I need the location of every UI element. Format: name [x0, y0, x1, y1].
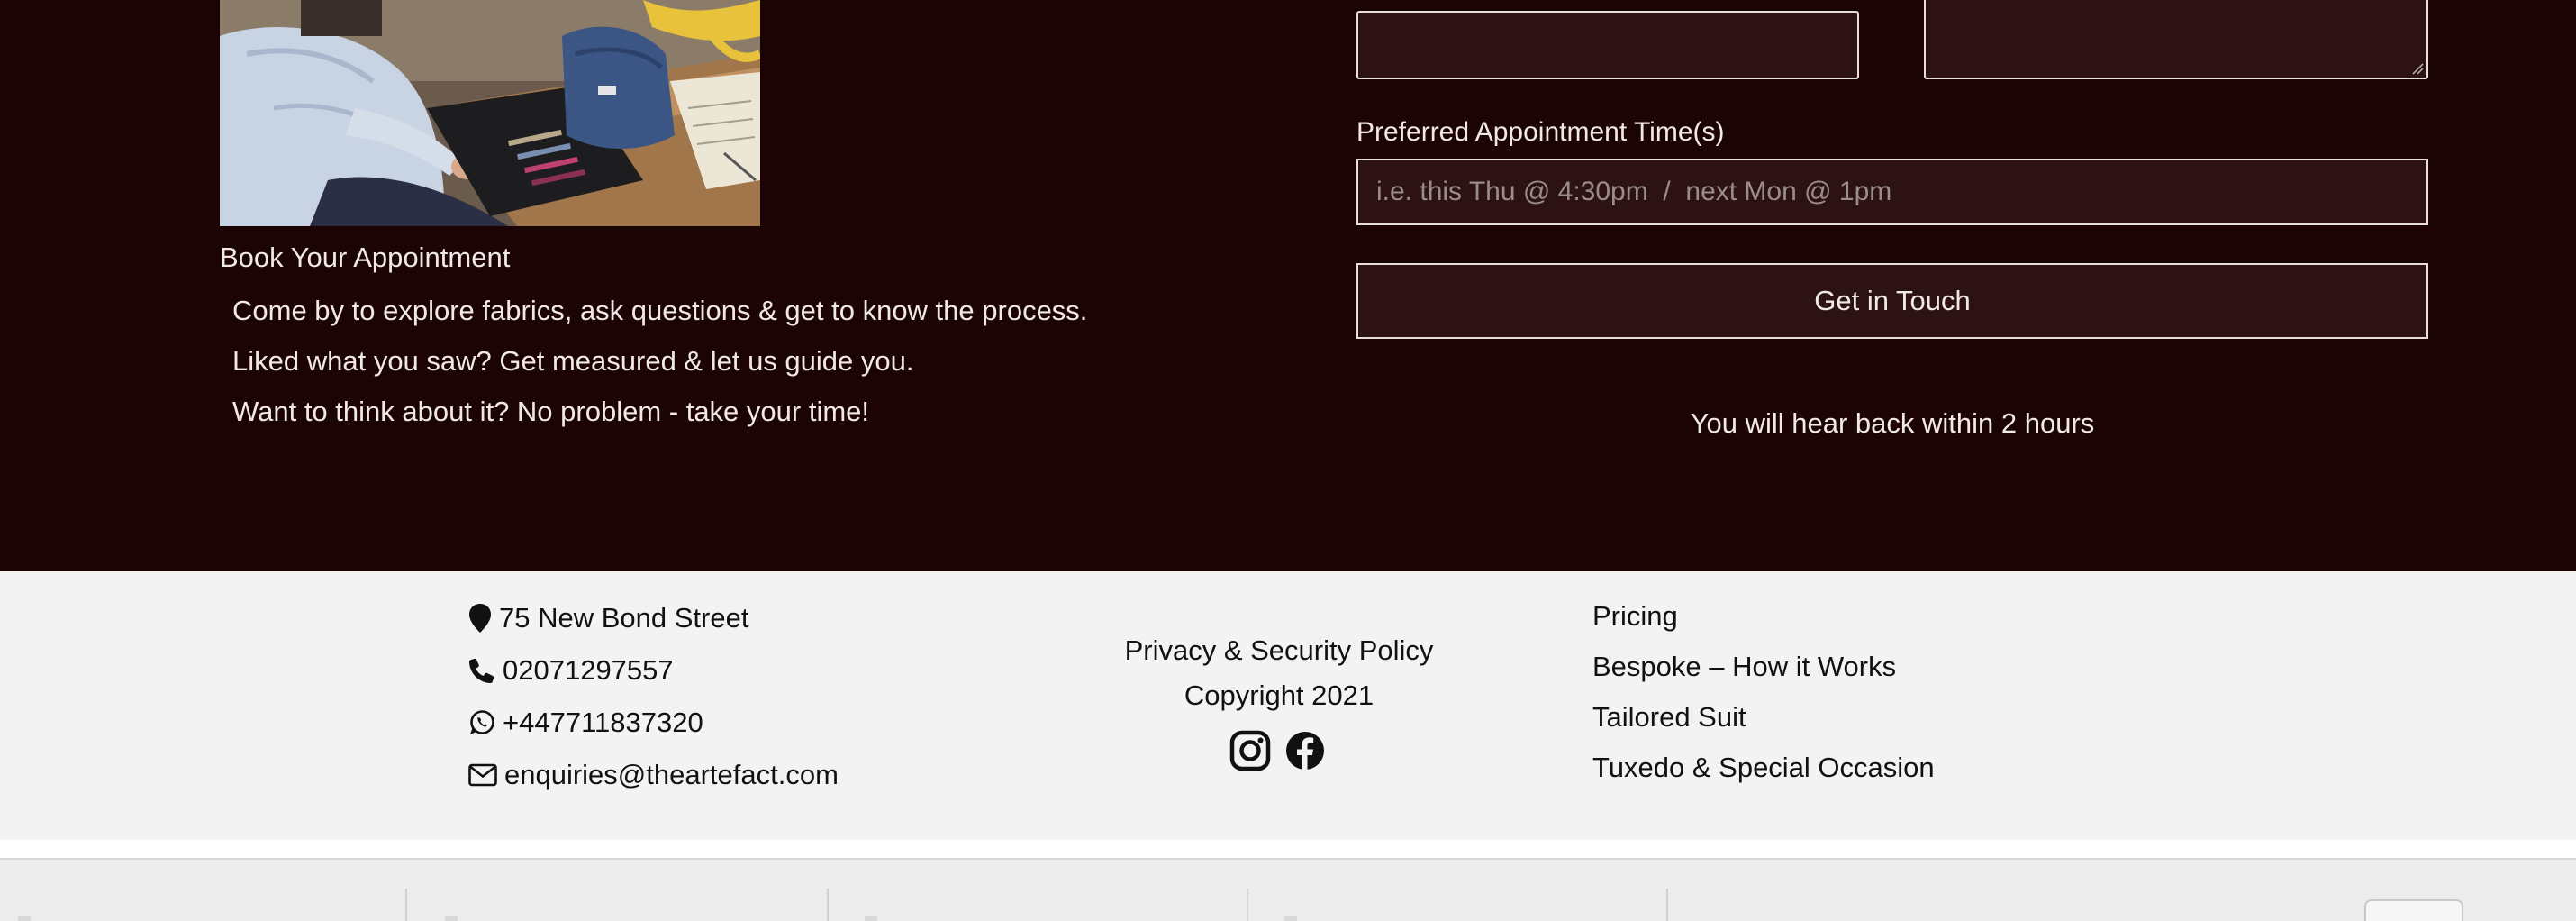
get-in-touch-button[interactable]: Get in Touch: [1356, 263, 2428, 339]
address-text: 75 New Bond Street: [499, 602, 749, 634]
privacy-policy-link[interactable]: Privacy & Security Policy: [1081, 633, 1477, 669]
downloads-bar: [0, 858, 2576, 921]
tailor-fabric-photo: [220, 0, 760, 226]
envelope-icon: [468, 763, 497, 787]
email-text: enquiries@theartefact.com: [504, 759, 839, 790]
bar-divider: [1247, 889, 1248, 921]
file-icon: [865, 916, 877, 921]
map-pin-icon: [469, 604, 491, 633]
page: Book Your Appointment Come by to explore…: [0, 0, 2576, 921]
footer-link-pricing[interactable]: Pricing: [1592, 598, 1678, 634]
appointment-line-explore: Come by to explore fabrics, ask question…: [232, 295, 1088, 326]
resize-grip-icon[interactable]: [2411, 62, 2424, 75]
bar-divider: [405, 889, 407, 921]
copyright-text: Copyright 2021: [1184, 679, 1374, 711]
facebook-icon[interactable]: [1284, 730, 1326, 771]
appointment-line-measured: Liked what you saw? Get measured & let u…: [232, 345, 914, 377]
instagram-icon[interactable]: [1229, 730, 1271, 771]
form-textarea[interactable]: [1924, 0, 2428, 79]
footer-email[interactable]: enquiries@theartefact.com: [468, 757, 839, 793]
form-text-field[interactable]: [1356, 11, 1859, 79]
page-bottom-gap: [0, 840, 2576, 858]
footer-link-tailored-suit[interactable]: Tailored Suit: [1592, 699, 1746, 735]
preferred-time-input[interactable]: [1356, 159, 2428, 225]
whatsapp-icon: [470, 710, 494, 734]
bar-divider: [827, 889, 829, 921]
whatsapp-text: +447711837320: [503, 707, 703, 738]
site-footer: 75 New Bond Street 02071297557 +44771183…: [0, 571, 2576, 840]
footer-whatsapp[interactable]: +447711837320: [468, 705, 703, 741]
downloads-bar-button[interactable]: [2364, 899, 2463, 921]
file-icon: [18, 916, 31, 921]
file-icon: [1284, 916, 1297, 921]
reply-time-note: You will hear back within 2 hours: [1690, 407, 2095, 439]
footer-address: 75 New Bond Street: [468, 600, 748, 636]
preferred-time-label: Preferred Appointment Time(s): [1356, 117, 1725, 147]
phone-text: 02071297557: [503, 654, 674, 686]
footer-link-tuxedo[interactable]: Tuxedo & Special Occasion: [1592, 750, 1935, 786]
appointment-title: Book Your Appointment: [220, 242, 511, 273]
file-icon: [445, 916, 458, 921]
appointment-line-think: Want to think about it? No problem - tak…: [232, 396, 870, 427]
bar-divider: [1666, 889, 1668, 921]
footer-phone[interactable]: 02071297557: [468, 652, 674, 688]
footer-link-bespoke[interactable]: Bespoke – How it Works: [1592, 649, 1896, 685]
phone-icon: [469, 658, 494, 683]
contact-section: Book Your Appointment Come by to explore…: [0, 0, 2576, 571]
